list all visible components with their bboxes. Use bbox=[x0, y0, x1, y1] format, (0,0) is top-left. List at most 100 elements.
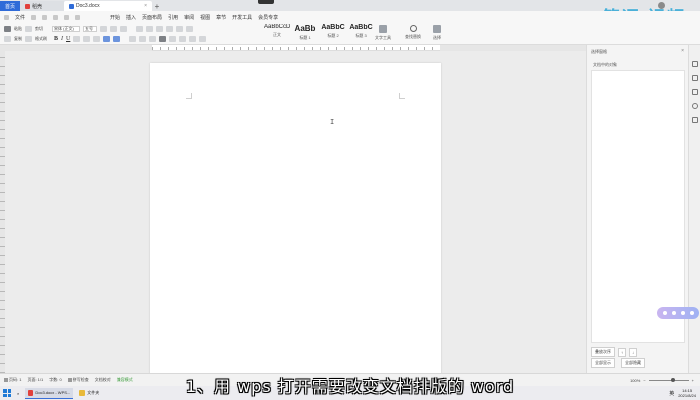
bullets-icon[interactable] bbox=[136, 26, 143, 32]
copy-label[interactable]: 复制 bbox=[14, 36, 22, 42]
select-pane-icon[interactable] bbox=[692, 61, 698, 67]
select-cursor-icon bbox=[433, 25, 441, 33]
paste-icon[interactable] bbox=[4, 26, 11, 32]
borders-icon[interactable] bbox=[199, 36, 207, 42]
copy-icon[interactable] bbox=[4, 36, 11, 42]
menu-item-view[interactable]: 视图 bbox=[200, 14, 210, 21]
move-down-icon[interactable]: ↓ bbox=[629, 347, 637, 357]
vertical-ruler[interactable] bbox=[0, 51, 5, 373]
style-heading-1[interactable]: AaBb 标题 1 bbox=[292, 24, 318, 44]
decrease-indent-icon[interactable] bbox=[156, 26, 163, 32]
menu-item-review[interactable]: 审阅 bbox=[184, 14, 194, 21]
find-replace-label: 查找替换 bbox=[405, 34, 421, 39]
align-right-icon[interactable] bbox=[149, 36, 157, 42]
move-up-icon[interactable]: ↑ bbox=[618, 347, 626, 357]
font-size-select[interactable]: 五号 bbox=[83, 26, 97, 32]
select-button[interactable]: 选择 bbox=[426, 24, 448, 44]
bold-button[interactable]: B bbox=[54, 36, 58, 42]
close-tab-icon[interactable]: × bbox=[144, 3, 147, 9]
italic-button[interactable]: I bbox=[61, 36, 63, 42]
menu-item-layout[interactable]: 页面布局 bbox=[142, 14, 162, 21]
visibility-controls: 全部显示 全部隐藏 bbox=[591, 358, 645, 368]
adjust-icon[interactable] bbox=[692, 89, 698, 95]
cut-icon[interactable] bbox=[25, 26, 32, 32]
format-painter-label[interactable]: 格式刷 bbox=[35, 36, 47, 42]
align-center-icon[interactable] bbox=[139, 36, 147, 42]
style-heading-3[interactable]: AaBbC 标题 3 bbox=[348, 24, 374, 44]
numbering-icon[interactable] bbox=[146, 26, 153, 32]
line-spacing-icon[interactable] bbox=[179, 36, 187, 42]
highlight-color-icon[interactable] bbox=[103, 36, 111, 42]
style-heading-2[interactable]: AaBbC 标题 2 bbox=[320, 24, 346, 44]
new-tab-button[interactable]: + bbox=[152, 1, 162, 11]
word-doc-icon bbox=[69, 3, 74, 9]
text-tools-label: 文字工具 bbox=[375, 35, 391, 40]
redo-icon[interactable] bbox=[53, 14, 59, 20]
style-normal[interactable]: AaBbCcDd 正文 bbox=[264, 24, 290, 44]
document-page[interactable]: I bbox=[150, 63, 441, 375]
help-icon[interactable] bbox=[692, 103, 698, 109]
subscript-icon[interactable] bbox=[93, 36, 101, 42]
text-tools-icon bbox=[379, 25, 387, 33]
shading-icon[interactable] bbox=[189, 36, 197, 42]
distribute-icon[interactable] bbox=[169, 36, 177, 42]
quick-access-icon[interactable] bbox=[75, 14, 81, 20]
avatar[interactable] bbox=[658, 2, 665, 9]
tab-daoke-label: 稻壳 bbox=[32, 3, 43, 10]
horizontal-ruler[interactable] bbox=[152, 45, 440, 51]
search-icon bbox=[409, 25, 417, 32]
underline-button[interactable]: U bbox=[66, 36, 70, 42]
selection-pane: 选择窗格 × 文档中的对象 叠放次序 ↑ ↓ 全部显示 全部隐藏 bbox=[586, 45, 688, 373]
text-tools-button[interactable]: 文字工具 bbox=[372, 24, 394, 44]
style-heading-2-preview: AaBbC bbox=[321, 24, 345, 31]
objects-list[interactable] bbox=[591, 70, 685, 343]
justify-icon[interactable] bbox=[159, 36, 167, 42]
paste-label[interactable]: 粘贴 bbox=[14, 26, 22, 32]
menu-item-sections[interactable]: 章节 bbox=[216, 14, 226, 21]
find-replace-button[interactable]: 查找替换 bbox=[402, 24, 424, 44]
margin-corner-top-left bbox=[186, 93, 192, 99]
menu-item-references[interactable]: 引用 bbox=[168, 14, 178, 21]
share-icon[interactable] bbox=[692, 117, 698, 123]
clear-format-icon[interactable] bbox=[120, 26, 127, 32]
superscript-icon[interactable] bbox=[83, 36, 91, 42]
undo-icon[interactable] bbox=[42, 14, 48, 20]
menu-item-member[interactable]: 会员专享 bbox=[258, 14, 278, 21]
grow-font-icon[interactable] bbox=[100, 26, 107, 32]
cut-label[interactable]: 剪切 bbox=[35, 26, 43, 32]
style-normal-preview: AaBbCcDd bbox=[264, 24, 290, 30]
tab-home[interactable]: 首页 bbox=[0, 1, 20, 11]
align-left-icon[interactable] bbox=[129, 36, 137, 42]
show-marks-icon[interactable] bbox=[186, 26, 193, 32]
tab-document[interactable]: Doc3.docx × bbox=[64, 1, 152, 11]
title-bar: 首页 稻壳 Doc3.docx × + bbox=[0, 0, 700, 11]
window-handle[interactable] bbox=[258, 0, 274, 4]
save-icon[interactable] bbox=[31, 14, 37, 20]
font-color-icon[interactable] bbox=[113, 36, 121, 42]
print-icon[interactable] bbox=[64, 14, 70, 20]
strikethrough-icon[interactable] bbox=[73, 36, 81, 42]
menu-file[interactable]: 文件 bbox=[15, 14, 25, 21]
assistant-moon-icon bbox=[671, 311, 676, 315]
assistant-grid-icon bbox=[689, 311, 694, 315]
format-painter-icon[interactable] bbox=[25, 36, 32, 42]
order-controls: 叠放次序 ↑ ↓ bbox=[591, 347, 637, 357]
floating-assistant[interactable] bbox=[657, 307, 699, 319]
edit-icon[interactable] bbox=[692, 75, 698, 81]
font-name-select[interactable]: 宋体 (正文) bbox=[52, 26, 80, 32]
hamburger-icon[interactable] bbox=[4, 14, 9, 20]
shrink-font-icon[interactable] bbox=[110, 26, 117, 32]
sort-icon[interactable] bbox=[176, 26, 183, 32]
show-all-button[interactable]: 全部显示 bbox=[591, 358, 615, 368]
increase-indent-icon[interactable] bbox=[166, 26, 173, 32]
tab-daoke[interactable]: 稻壳 bbox=[20, 1, 64, 11]
assistant-hand-icon bbox=[680, 311, 685, 315]
menu-item-developer[interactable]: 开发工具 bbox=[232, 14, 252, 21]
menu-item-start[interactable]: 开始 bbox=[110, 14, 120, 21]
close-pane-icon[interactable]: × bbox=[681, 48, 684, 54]
assistant-dot-icon bbox=[662, 311, 667, 315]
style-normal-name: 正文 bbox=[273, 32, 281, 37]
hide-all-button[interactable]: 全部隐藏 bbox=[621, 358, 645, 368]
menu-item-insert[interactable]: 插入 bbox=[126, 14, 136, 21]
order-button[interactable]: 叠放次序 bbox=[591, 347, 615, 357]
